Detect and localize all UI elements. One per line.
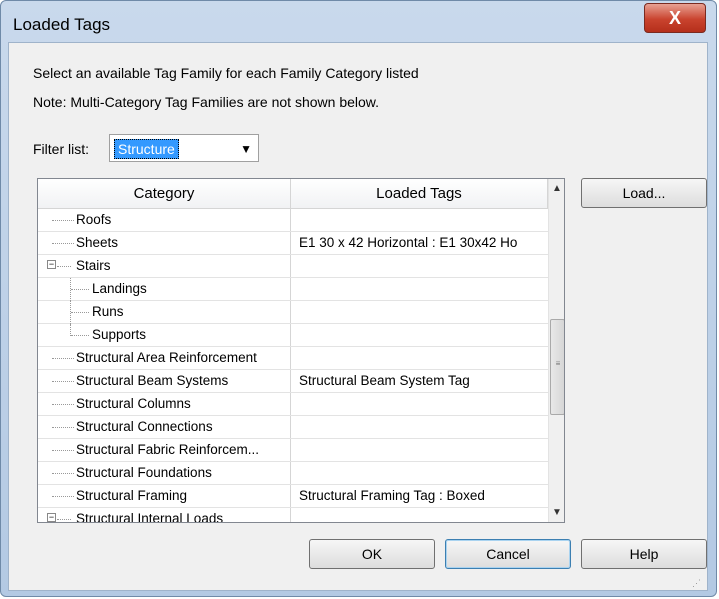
scroll-down-arrow-icon[interactable]: ▼	[549, 507, 564, 518]
tree-connector	[52, 496, 74, 497]
tree-connector	[52, 243, 74, 244]
tree-connector	[71, 289, 89, 290]
filter-dropdown[interactable]: Structure ▼	[109, 134, 259, 162]
tree-connector	[57, 266, 71, 267]
category-label: Structural Connections	[76, 419, 213, 434]
category-label: Runs	[92, 304, 124, 319]
table-row[interactable]: Landings	[38, 278, 548, 301]
category-label: Stairs	[76, 258, 111, 273]
category-cell[interactable]: Structural Framing	[38, 485, 291, 507]
category-cell[interactable]: Landings	[38, 278, 291, 301]
loaded-tag-cell[interactable]: Structural Framing Tag : Boxed	[291, 485, 548, 507]
help-button[interactable]: Help	[581, 539, 707, 569]
vertical-scrollbar[interactable]: ▲ ≡ ▼	[548, 179, 564, 522]
filter-label: Filter list:	[33, 141, 89, 157]
tree-connector	[71, 312, 89, 313]
column-header-loaded-tags[interactable]: Loaded Tags	[291, 179, 548, 209]
resize-grip-icon[interactable]: ⋰	[692, 579, 701, 588]
category-label: Structural Beam Systems	[76, 373, 229, 388]
tree-connector	[52, 358, 74, 359]
category-label: Supports	[92, 327, 147, 342]
category-label: Roofs	[76, 212, 112, 227]
category-label: Structural Columns	[76, 396, 191, 411]
category-grid[interactable]: Category Loaded Tags Roofs Sheets E1 30 x …	[37, 178, 565, 523]
table-row[interactable]: Structural Framing Structural Framing Tag…	[38, 485, 548, 508]
category-cell[interactable]: Structural Area Reinforcement	[38, 347, 291, 369]
loaded-tag-cell[interactable]	[291, 508, 548, 522]
loaded-tag-cell[interactable]	[291, 209, 548, 231]
scroll-thumb[interactable]: ≡	[550, 319, 564, 415]
table-row[interactable]: Structural Area Reinforcement	[38, 347, 548, 370]
category-label: Structural Fabric Reinforcem...	[76, 442, 260, 457]
category-cell[interactable]: Runs	[38, 301, 291, 324]
table-row[interactable]: Structural Foundations	[38, 462, 548, 485]
category-cell[interactable]: Structural Connections	[38, 416, 291, 438]
category-cell[interactable]: Structural Foundations	[38, 462, 291, 484]
scroll-up-arrow-icon[interactable]: ▲	[549, 183, 564, 194]
window-title: Loaded Tags	[13, 15, 111, 34]
tree-connector	[52, 381, 74, 382]
tree-connector	[71, 335, 89, 336]
category-cell[interactable]: Sheets	[38, 232, 291, 254]
loaded-tag-cell[interactable]	[291, 439, 548, 461]
tree-connector	[52, 220, 74, 221]
loaded-tag-cell[interactable]	[291, 278, 548, 300]
loaded-tag-cell[interactable]: E1 30 x 42 Horizontal : E1 30x42 Ho	[291, 232, 548, 254]
loaded-tag-cell[interactable]	[291, 347, 548, 369]
category-cell[interactable]: − Stairs	[38, 255, 291, 277]
collapse-icon[interactable]: −	[47, 513, 56, 522]
category-cell[interactable]: − Structural Internal Loads	[38, 508, 291, 523]
table-row[interactable]: Structural Columns	[38, 393, 548, 416]
filter-value: Structure	[114, 139, 179, 159]
category-label: Structural Area Reinforcement	[76, 350, 257, 365]
loaded-tag-cell[interactable]: Structural Beam System Tag	[291, 370, 548, 392]
table-row[interactable]: Roofs	[38, 209, 548, 232]
table-row[interactable]: Sheets E1 30 x 42 Horizontal : E1 30x42 H…	[38, 232, 548, 255]
category-cell[interactable]: Roofs	[38, 209, 291, 231]
category-cell[interactable]: Supports	[38, 324, 291, 346]
category-label: Sheets	[76, 235, 119, 250]
tree-connector	[57, 519, 71, 520]
category-label: Structural Foundations	[76, 465, 212, 480]
loaded-tag-cell[interactable]	[291, 301, 548, 323]
close-button[interactable]: X	[644, 3, 706, 33]
category-label: Landings	[92, 281, 147, 296]
title-bar[interactable]: Loaded Tags X	[1, 1, 716, 43]
table-row[interactable]: Structural Connections	[38, 416, 548, 439]
dialog-body: Select an available Tag Family for each …	[8, 42, 708, 591]
category-label: Structural Framing	[76, 488, 188, 503]
tree-connector	[52, 450, 74, 451]
instruction-text: Select an available Tag Family for each …	[33, 65, 419, 81]
table-row[interactable]: Structural Beam Systems Structural Beam S…	[38, 370, 548, 393]
category-label: Structural Internal Loads	[76, 511, 224, 523]
table-row[interactable]: − Stairs	[38, 255, 548, 278]
load-button[interactable]: Load...	[581, 178, 707, 208]
grip-icon: ≡	[555, 359, 561, 368]
table-row[interactable]: Supports	[38, 324, 548, 347]
dialog-window: Loaded Tags X Select an available Tag Fa…	[0, 0, 717, 597]
cancel-button[interactable]: Cancel	[445, 539, 571, 569]
tree-connector	[52, 404, 74, 405]
loaded-tag-cell[interactable]	[291, 462, 548, 484]
tree-connector	[52, 427, 74, 428]
table-row[interactable]: Structural Fabric Reinforcem...	[38, 439, 548, 462]
table-row[interactable]: Runs	[38, 301, 548, 324]
category-cell[interactable]: Structural Columns	[38, 393, 291, 415]
chevron-down-icon[interactable]: ▼	[240, 142, 252, 156]
table-row[interactable]: − Structural Internal Loads	[38, 508, 548, 523]
category-cell[interactable]: Structural Beam Systems	[38, 370, 291, 392]
tree-connector	[52, 473, 74, 474]
ok-button[interactable]: OK	[309, 539, 435, 569]
note-text: Note: Multi-Category Tag Families are no…	[33, 94, 380, 110]
loaded-tag-cell[interactable]	[291, 324, 548, 346]
loaded-tag-cell[interactable]	[291, 255, 548, 277]
collapse-icon[interactable]: −	[47, 260, 56, 269]
loaded-tag-cell[interactable]	[291, 416, 548, 438]
column-header-category[interactable]: Category	[38, 179, 291, 209]
loaded-tag-cell[interactable]	[291, 393, 548, 415]
category-cell[interactable]: Structural Fabric Reinforcem...	[38, 439, 291, 461]
